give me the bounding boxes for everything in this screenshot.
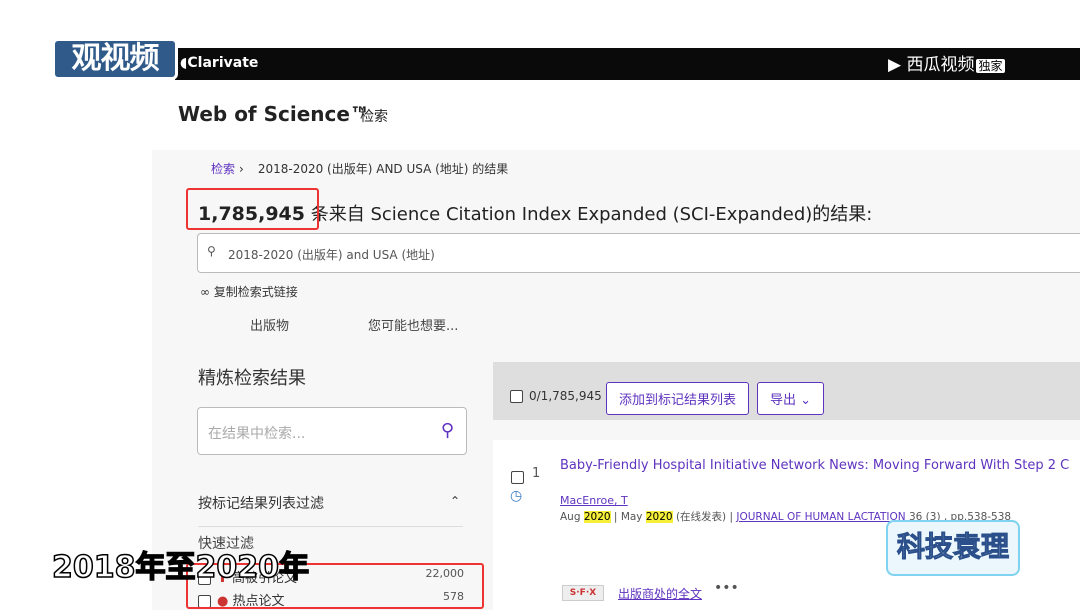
- pub-month: Aug: [560, 511, 581, 523]
- breadcrumb-current: 2018-2020 (出版年) AND USA (地址) 的结果: [257, 162, 509, 176]
- export-label: 导出: [770, 393, 797, 408]
- clarivate-logo: ◖Clarivate: [180, 55, 259, 71]
- refine-title: 精炼检索结果: [198, 368, 306, 389]
- chevron-up-icon[interactable]: ⌃: [450, 494, 460, 508]
- export-button[interactable]: 导出 ⌄: [757, 382, 825, 415]
- search-icon[interactable]: ⚲: [441, 420, 454, 441]
- sfx-button[interactable]: S·F·X: [562, 585, 604, 601]
- search-icon: ⚲: [207, 244, 216, 258]
- xigua-text: 西瓜视频: [906, 55, 975, 75]
- copy-query-link[interactable]: ∞ 复制检索式链接: [200, 283, 298, 300]
- clarivate-text: Clarivate: [187, 55, 259, 71]
- checkbox[interactable]: [510, 390, 523, 403]
- channel-logo: 观视频: [52, 38, 178, 80]
- nav-search-link[interactable]: 检索: [360, 106, 388, 126]
- record-checkbox[interactable]: [511, 467, 530, 486]
- tab-you-may-like[interactable]: 您可能也想要...: [368, 315, 458, 334]
- result-count-heading: 1,785,945 条来自 Science Citation Index Exp…: [198, 200, 1068, 226]
- journal-link[interactable]: JOURNAL OF HUMAN LACTATION: [736, 511, 905, 523]
- online-year: 2020: [645, 511, 673, 523]
- breadcrumb: 检索 › 2018-2020 (出版年) AND USA (地址) 的结果: [211, 162, 509, 176]
- add-to-marked-list-button[interactable]: 添加到标记结果列表: [606, 382, 750, 415]
- query-box[interactable]: ⚲ 2018-2020 (出版年) and USA (地址): [197, 233, 1080, 273]
- video-subtitle: 2018年至2020年: [51, 549, 310, 586]
- record-author[interactable]: MacEnroe, T: [560, 494, 628, 507]
- online-label: (在线发表): [675, 511, 727, 523]
- exclusive-badge: 独家: [976, 59, 1005, 73]
- breadcrumb-search[interactable]: 检索: [211, 162, 235, 176]
- record-number: 1: [532, 466, 541, 481]
- highlight-box-count: [186, 188, 319, 230]
- clock-icon: ◷: [510, 488, 523, 504]
- publisher-fulltext-link[interactable]: 出版商处的全文: [618, 585, 702, 602]
- selected-count: 0/1,785,945: [529, 389, 602, 403]
- chevron-down-icon: ⌄: [800, 393, 812, 408]
- record-title[interactable]: Baby-Friendly Hospital Initiative Networ…: [560, 458, 1072, 474]
- mark-list-filter[interactable]: 按标记结果列表过滤: [198, 493, 324, 513]
- online-month: May: [620, 511, 643, 523]
- search-within-placeholder: 在结果中检索...: [208, 426, 306, 442]
- search-within-input[interactable]: 在结果中检索... ⚲: [197, 407, 467, 455]
- pub-year: 2020: [583, 511, 611, 523]
- tab-publications[interactable]: 出版物: [250, 315, 289, 334]
- query-text: 2018-2020 (出版年) and USA (地址): [228, 248, 435, 262]
- result-source: 条来自 Science Citation Index Expanded (SCI…: [310, 204, 873, 225]
- divider: [198, 526, 463, 527]
- xigua-watermark: ▶ 西瓜视频 独家: [888, 55, 1005, 75]
- wos-brand[interactable]: Web of Science™: [178, 102, 370, 126]
- more-options-icon[interactable]: •••: [714, 580, 739, 596]
- watermark-logo: 科技袁理: [886, 520, 1020, 576]
- select-all[interactable]: 0/1,785,945: [510, 389, 602, 403]
